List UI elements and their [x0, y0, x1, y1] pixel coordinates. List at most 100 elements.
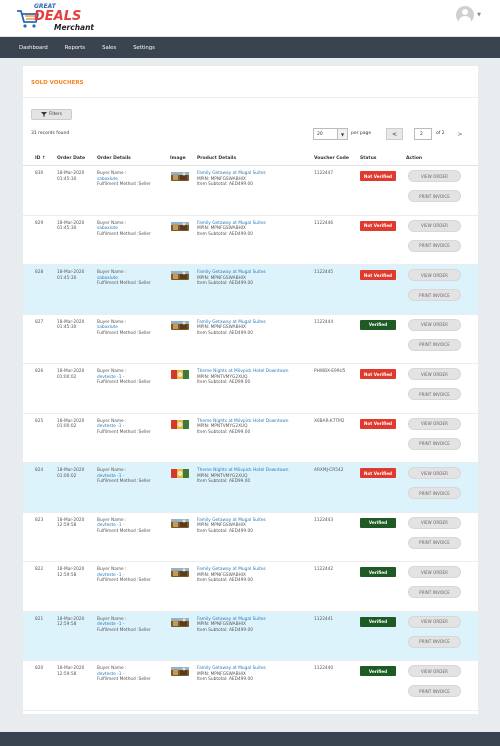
view-order-button[interactable]: VIEW ORDER — [408, 467, 461, 479]
sort-arrow-icon: ↑ — [42, 156, 46, 161]
item-subtotal: Item Subtotal: AED499.00 — [197, 330, 253, 336]
buyer-link[interactable]: saboxlute — [97, 177, 118, 182]
row-voucher-code: 1122444 — [314, 319, 334, 325]
col-product-details[interactable]: Product Details — [197, 156, 236, 161]
row-date: 18-Mar-2020 12:59:58 — [57, 567, 85, 578]
view-order-button[interactable]: VIEW ORDER — [408, 219, 461, 232]
product-thumbnail[interactable] — [171, 469, 189, 478]
product-link[interactable]: Theme Nights at Mövpick Hotel Downtown — [197, 419, 289, 424]
product-thumbnail[interactable] — [171, 419, 189, 429]
row-order-details: Buyer Name : devteste -1 - Fulfilment Meth… — [97, 666, 151, 683]
view-order-button[interactable]: VIEW ORDER — [408, 318, 461, 331]
buyer-link[interactable]: devteste -1 - — [97, 474, 124, 479]
product-thumbnail[interactable] — [171, 568, 189, 577]
view-order-button[interactable]: VIEW ORDER — [408, 516, 461, 529]
buyer-name-label: Buyer Name : — [97, 567, 127, 572]
product-link[interactable]: Theme Nights at Mövpick Hotel Downtown — [197, 369, 289, 374]
buyer-name-label: Buyer Name : — [97, 616, 127, 622]
per-page-select[interactable]: 20 ▼ — [313, 128, 348, 140]
print-invoice-button[interactable]: PRINT INVOICE — [408, 635, 461, 648]
product-thumbnail[interactable] — [171, 172, 189, 181]
buyer-link[interactable]: devteste -1 - — [97, 523, 124, 528]
col-order-details[interactable]: Order Details — [97, 156, 131, 161]
product-link[interactable]: Theme Nights at Mövpick Hotel Downtown — [197, 468, 289, 473]
product-thumbnail[interactable] — [171, 518, 189, 528]
row-id: 821 — [35, 616, 44, 622]
product-mpin: MPIN: MPNFGSWABHIX — [197, 622, 246, 627]
view-order-button[interactable]: VIEW ORDER — [408, 170, 461, 182]
buyer-link[interactable]: devteste -1 - — [97, 375, 124, 380]
next-page-button[interactable]: > — [456, 128, 464, 140]
records-count: 31 records found — [31, 131, 70, 136]
status-badge: Not Verified — [360, 369, 396, 379]
page-total: of 2 — [436, 131, 445, 136]
print-invoice-button[interactable]: PRINT INVOICE — [408, 190, 461, 202]
col-id[interactable]: ID ↑ — [35, 156, 46, 161]
table-row: 828 18-Mar-2020 01:45:30 Buyer Name : saboxl… — [23, 265, 478, 315]
nav-reports[interactable]: Reports — [65, 45, 85, 51]
row-id: 824 — [35, 468, 44, 473]
col-voucher-code[interactable]: Voucher Code — [314, 156, 349, 161]
buyer-name-label: Buyer Name : — [97, 319, 127, 325]
view-order-button[interactable]: VIEW ORDER — [408, 417, 461, 430]
product-link[interactable]: Family Getaway at Mugal Suites — [197, 221, 266, 226]
row-product-details: Theme Nights at Mövpick Hotel Downtown MP… — [197, 369, 309, 386]
product-link[interactable]: Family Getaway at Mugal Suites — [197, 666, 266, 671]
print-invoice-button[interactable]: PRINT INVOICE — [408, 487, 461, 499]
print-invoice-button[interactable]: PRINT INVOICE — [408, 437, 461, 450]
chevron-down-icon[interactable]: ▼ — [477, 12, 481, 18]
print-invoice-button[interactable]: PRINT INVOICE — [408, 239, 461, 252]
buyer-name-label: Buyer Name : — [97, 418, 127, 424]
print-invoice-button[interactable]: PRINT INVOICE — [408, 586, 461, 598]
print-invoice-button[interactable]: PRINT INVOICE — [408, 536, 461, 549]
view-order-button[interactable]: VIEW ORDER — [408, 566, 461, 578]
page-number-input[interactable]: 2 — [414, 128, 432, 140]
view-order-button[interactable]: VIEW ORDER — [408, 665, 461, 677]
row-product-details: Family Getaway at Mugal Suites MPIN: MPNF… — [197, 171, 309, 188]
status-badge: Not Verified — [360, 270, 396, 280]
print-invoice-button[interactable]: PRINT INVOICE — [408, 388, 461, 400]
buyer-link[interactable]: devteste -1 - — [97, 672, 124, 677]
product-link[interactable]: Family Getaway at Mugal Suites — [197, 518, 266, 523]
product-link[interactable]: Family Getaway at Mugal Suites — [197, 270, 266, 275]
prev-page-button[interactable]: < — [386, 128, 403, 140]
status-badge: Not Verified — [360, 220, 396, 231]
product-link[interactable]: Family Getaway at Mugal Suites — [197, 171, 266, 176]
buyer-link[interactable]: devteste -1 - — [97, 622, 124, 627]
buyer-name-label: Buyer Name : — [97, 666, 127, 671]
print-invoice-button[interactable]: PRINT INVOICE — [408, 289, 461, 301]
row-id: 822 — [35, 567, 44, 572]
status-badge: Not Verified — [360, 171, 396, 181]
nav-dashboard[interactable]: Dashboard — [19, 45, 48, 51]
page-footer — [0, 732, 500, 746]
nav-settings[interactable]: Settings — [133, 45, 155, 51]
view-order-button[interactable]: VIEW ORDER — [408, 615, 461, 628]
product-thumbnail[interactable] — [171, 617, 189, 627]
row-order-details: Buyer Name : devteste -1 - Fulfilment Meth… — [97, 369, 151, 386]
buyer-link[interactable]: saboxlute — [97, 226, 118, 231]
buyer-link[interactable]: saboxlute — [97, 276, 118, 281]
product-thumbnail[interactable] — [171, 221, 189, 231]
col-order-date[interactable]: Order Date — [57, 156, 85, 161]
filters-button[interactable]: Filters — [31, 109, 72, 120]
product-thumbnail[interactable] — [171, 320, 189, 330]
nav-sales[interactable]: Sales — [102, 45, 116, 51]
view-order-button[interactable]: VIEW ORDER — [408, 269, 461, 281]
product-thumbnail[interactable] — [171, 271, 189, 280]
buyer-link[interactable]: devteste -1 - — [97, 573, 124, 578]
row-product-details: Family Getaway at Mugal Suites MPIN: MPNF… — [197, 221, 309, 238]
product-link[interactable]: Family Getaway at Mugal Suites — [197, 567, 266, 572]
col-status[interactable]: Status — [360, 156, 376, 161]
product-thumbnail[interactable] — [171, 370, 189, 379]
buyer-link[interactable]: saboxlute — [97, 325, 118, 330]
user-avatar[interactable] — [456, 6, 474, 24]
buyer-link[interactable]: devteste -1 - — [97, 424, 124, 429]
product-link[interactable]: Family Getaway at Mugal Suites — [197, 320, 266, 325]
buyer-name-label: Buyer Name : — [97, 517, 127, 523]
product-link[interactable]: Family Getaway at Mugal Suites — [197, 617, 266, 622]
status-badge: Not Verified — [360, 468, 396, 478]
product-thumbnail[interactable] — [171, 667, 189, 676]
print-invoice-button[interactable]: PRINT INVOICE — [408, 338, 461, 351]
print-invoice-button[interactable]: PRINT INVOICE — [408, 685, 461, 697]
view-order-button[interactable]: VIEW ORDER — [408, 368, 461, 380]
